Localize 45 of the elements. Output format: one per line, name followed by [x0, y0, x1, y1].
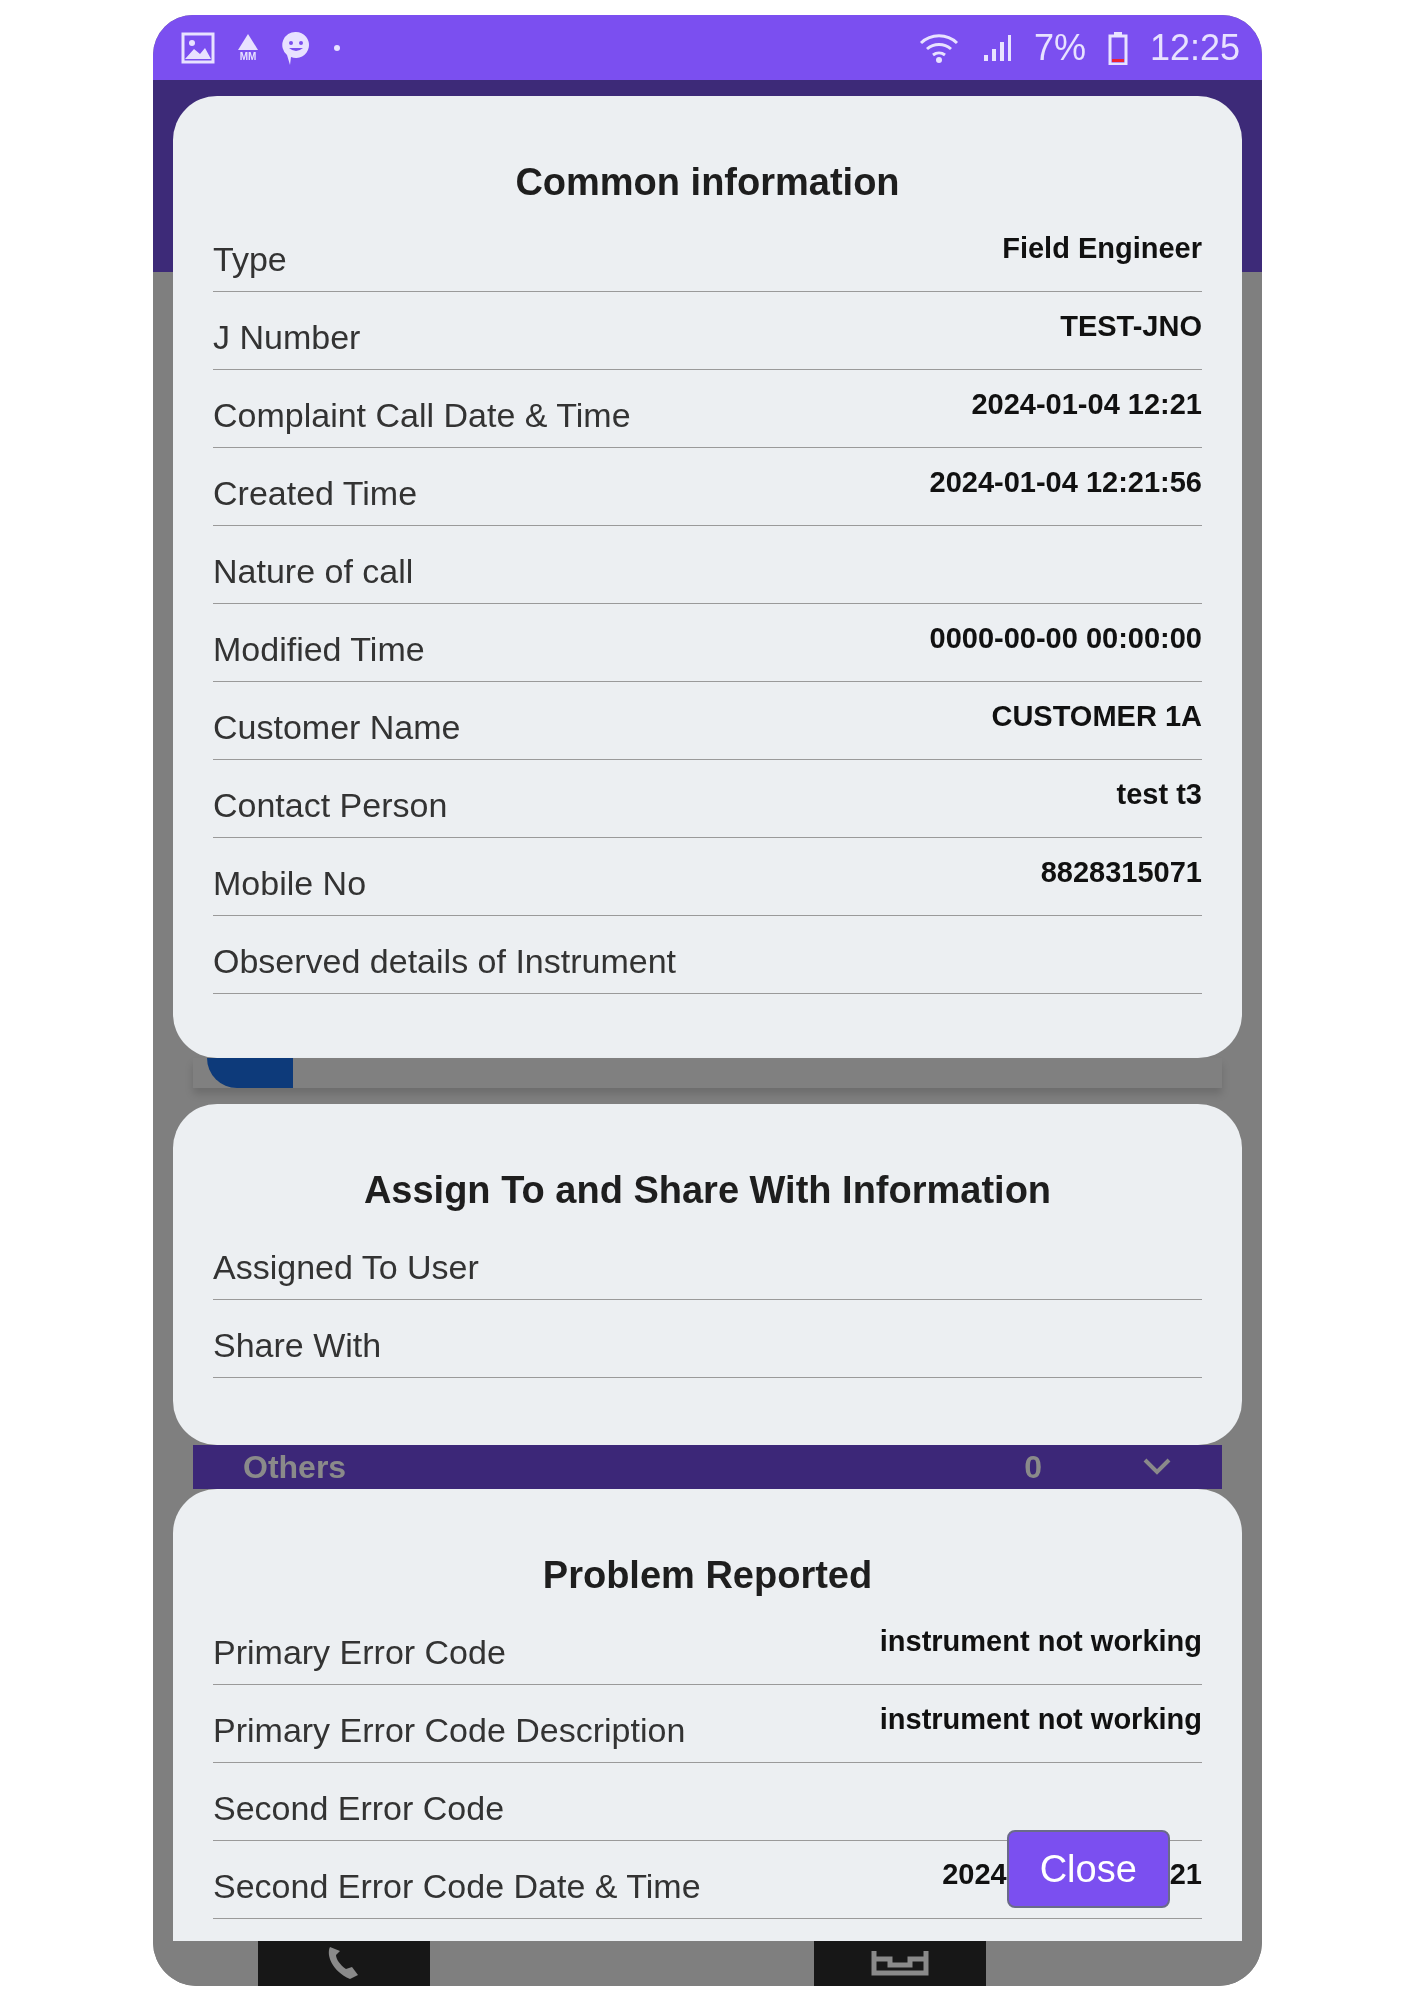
- chat-bubble-icon: [281, 29, 311, 66]
- signal-icon: [981, 32, 1012, 63]
- field-label: Contact Person: [213, 786, 448, 825]
- dot-icon: [333, 43, 341, 52]
- field-label: Nature of call: [213, 552, 414, 591]
- field-value: 2024-01-04 12:21: [971, 388, 1202, 421]
- field-label: Created Time: [213, 474, 418, 513]
- field-label: Mobile No: [213, 864, 367, 903]
- field-label: Assigned To User: [213, 1248, 479, 1287]
- battery-percentage: 7%: [1033, 26, 1086, 69]
- card-title: Assign To and Share With Information: [362, 1168, 1053, 1213]
- battery-icon: [1107, 30, 1128, 65]
- field-label: Customer Name: [213, 708, 461, 747]
- field-value: 8828315071: [1040, 856, 1202, 889]
- category-count: 0: [1024, 1448, 1042, 1486]
- warning-icon: [237, 33, 259, 51]
- field-value: CUSTOMER 1A: [991, 700, 1202, 733]
- tray-icon: [870, 1948, 930, 1979]
- field-value: 0000-00-00 00:00:00: [929, 622, 1202, 655]
- field-value: instrument not working: [879, 1625, 1202, 1658]
- field-value: 2024: [942, 1857, 1007, 1891]
- image-icon: [181, 31, 215, 64]
- field-label: J Number: [213, 318, 361, 357]
- card-title: Problem Reported: [541, 1553, 874, 1598]
- field-label: Second Error Code Date & Time: [213, 1867, 701, 1906]
- field-value: 2024-01-04 12:21:56: [929, 466, 1202, 499]
- field-value: test t3: [1116, 778, 1202, 811]
- notification-label: MM: [239, 51, 257, 62]
- field-value: 21: [1169, 1857, 1202, 1891]
- close-button[interactable]: Close: [1006, 1830, 1170, 1908]
- clock-time: 12:25: [1149, 26, 1240, 69]
- field-label: Complaint Call Date & Time: [213, 396, 631, 435]
- field-label: Primary Error Code: [213, 1633, 506, 1672]
- chevron-down-icon: [1142, 1457, 1172, 1477]
- card-title: Common information: [514, 160, 901, 205]
- field-label: Modified Time: [213, 630, 425, 669]
- field-label: Primary Error Code Description: [213, 1711, 686, 1750]
- field-value: TEST-JNO: [1060, 310, 1202, 343]
- field-label: Type: [213, 240, 287, 279]
- field-label: Second Error Code: [213, 1789, 505, 1828]
- field-label: Share With: [213, 1326, 382, 1365]
- field-value: Field Engineer: [1002, 232, 1202, 265]
- category-label: Others: [243, 1448, 347, 1486]
- field-label: Observed details of Instrument: [213, 942, 676, 981]
- field-value: instrument not working: [879, 1703, 1202, 1736]
